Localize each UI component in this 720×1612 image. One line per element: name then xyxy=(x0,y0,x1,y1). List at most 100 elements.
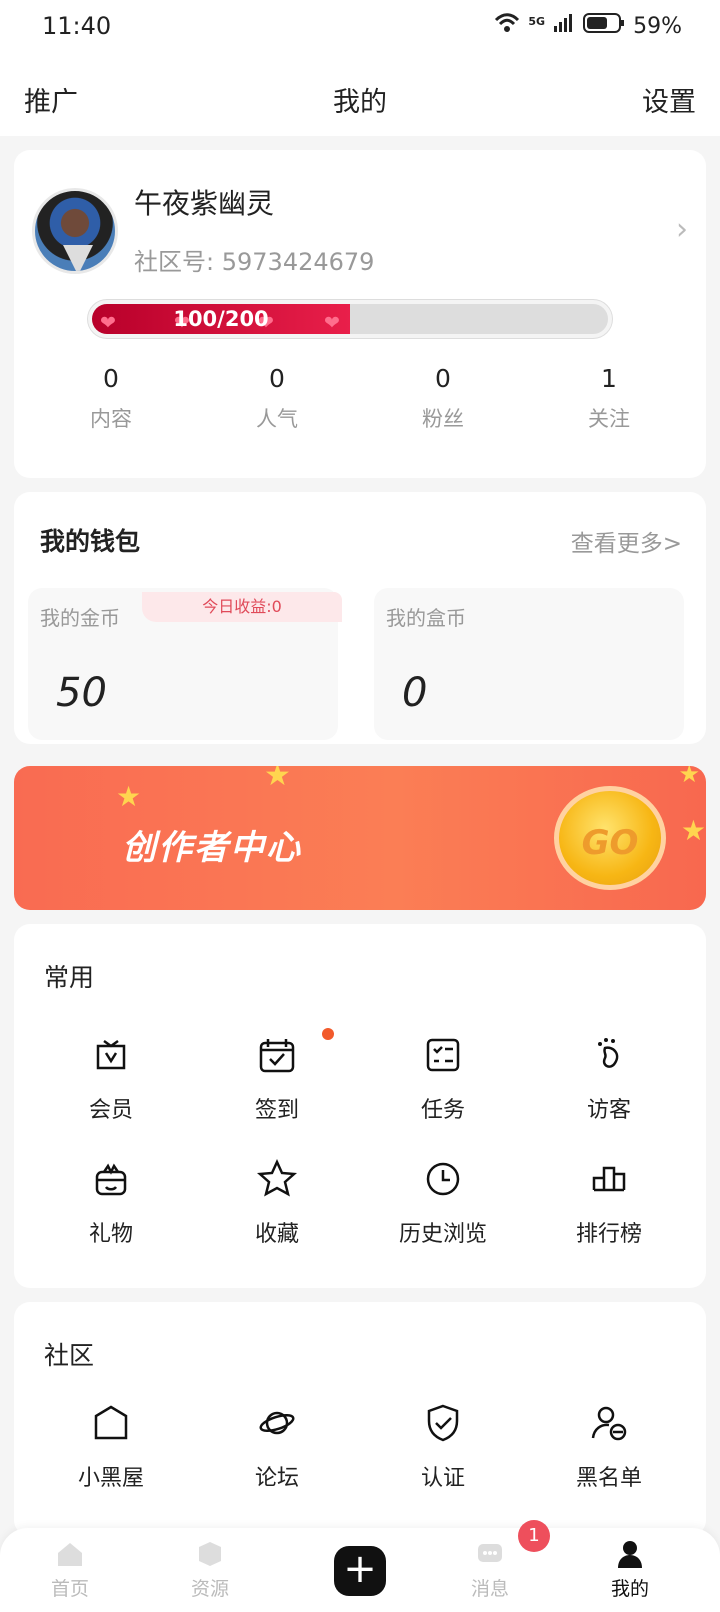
certification-item[interactable]: 认证 xyxy=(360,1402,526,1494)
chevron-right-icon[interactable]: › xyxy=(676,212,688,247)
tab-home-label: 首页 xyxy=(50,1578,89,1600)
status-bar: 11:40 5G 59% xyxy=(0,0,720,56)
task-list-icon xyxy=(426,1038,460,1072)
shield-check-icon xyxy=(427,1404,459,1442)
ranking-item[interactable]: 排行榜 xyxy=(526,1158,692,1250)
battery-icon xyxy=(583,12,625,40)
go-button[interactable]: GO xyxy=(554,786,666,890)
wallet-more-link[interactable]: 查看更多> xyxy=(571,524,682,558)
profile-card[interactable]: 午夜紫幽灵 社区号: 5973424679 › ❤ ❤ ❤ ❤ 100/200 … xyxy=(14,150,706,478)
vip-item[interactable]: 会员 xyxy=(28,1034,194,1126)
message-count-badge: 1 xyxy=(518,1520,550,1552)
star-icon xyxy=(256,1158,298,1197)
star-decoration-icon: ★ xyxy=(264,766,291,793)
stat-label: 粉丝 xyxy=(422,407,464,431)
planet-icon xyxy=(259,1411,295,1435)
wallet-title: 我的钱包 xyxy=(40,527,141,556)
community-grid: 小黑屋 论坛 认证 黑名单 xyxy=(28,1402,692,1494)
box-coin-value: 0 xyxy=(402,670,428,716)
bottom-tab-bar: 首页 资源 + 消息 1 我的 xyxy=(0,1520,720,1612)
tab-resources-label: 资源 xyxy=(190,1578,229,1600)
gift-label: 礼物 xyxy=(88,1222,133,1247)
status-time: 11:40 xyxy=(42,12,112,40)
blacklist-label: 黑名单 xyxy=(575,1466,642,1491)
stat-value: 1 xyxy=(601,364,617,393)
wallet-card: 我的钱包 查看更多> 我的金币 今日收益:0 50 我的盒币 0 xyxy=(14,492,706,744)
signal-icon xyxy=(553,12,575,40)
stat-content[interactable]: 0 内容 xyxy=(28,364,194,433)
gold-coin-label: 我的金币 xyxy=(40,606,120,630)
box-icon xyxy=(199,1542,221,1566)
stat-label: 人气 xyxy=(256,407,298,431)
box-coin-label: 我的盒币 xyxy=(386,606,466,630)
user-icon xyxy=(618,1541,642,1568)
stat-value: 0 xyxy=(269,364,285,393)
blackhouse-item[interactable]: 小黑屋 xyxy=(28,1402,194,1494)
top-nav: 推广 我的 设置 xyxy=(0,56,720,136)
today-income-badge: 今日收益:0 xyxy=(142,592,342,622)
tab-resources[interactable]: 资源 xyxy=(170,1538,250,1601)
tab-mine-label: 我的 xyxy=(610,1578,649,1600)
vip-icon xyxy=(96,1039,126,1070)
calendar-check-icon xyxy=(259,1039,295,1073)
community-id: 社区号: 5973424679 xyxy=(134,242,374,277)
star-decoration-icon: ★ xyxy=(678,766,700,788)
gift-icon xyxy=(95,1163,127,1196)
box-coin-box[interactable]: 我的盒币 0 xyxy=(374,588,684,740)
history-label: 历史浏览 xyxy=(398,1222,487,1247)
star-decoration-icon: ★ xyxy=(116,780,142,813)
ranking-icon xyxy=(592,1166,626,1192)
community-section-title: 社区 xyxy=(44,1341,95,1370)
community-id-label: 社区号: xyxy=(134,248,215,276)
creator-center-banner[interactable]: ★ ★ ★ ★ 创作者中心 GO xyxy=(14,766,706,910)
stat-followers[interactable]: 0 粉丝 xyxy=(360,364,526,433)
settings-button[interactable]: 设置 xyxy=(642,80,696,119)
stat-label: 关注 xyxy=(588,407,630,431)
footprint-icon xyxy=(598,1038,619,1068)
tab-messages-label: 消息 xyxy=(470,1578,509,1600)
community-section: 社区 小黑屋 论坛 认证 黑名单 xyxy=(14,1302,706,1536)
home-icon xyxy=(58,1543,82,1566)
page-title: 我的 xyxy=(333,87,387,118)
level-progress-text: 100/200 xyxy=(173,307,269,331)
network-label: 5G xyxy=(528,14,546,28)
common-section-title: 常用 xyxy=(44,963,95,992)
task-item[interactable]: 任务 xyxy=(360,1034,526,1126)
tab-mine[interactable]: 我的 xyxy=(590,1538,670,1601)
forum-label: 论坛 xyxy=(254,1466,299,1491)
tab-home[interactable]: 首页 xyxy=(30,1538,110,1601)
add-button[interactable]: + xyxy=(334,1546,386,1596)
task-label: 任务 xyxy=(420,1098,465,1123)
vip-label: 会员 xyxy=(88,1098,133,1123)
checkin-label: 签到 xyxy=(254,1098,299,1123)
community-id-value: 5973424679 xyxy=(221,248,375,276)
creator-center-title: 创作者中心 xyxy=(122,828,302,868)
tab-messages[interactable]: 消息 xyxy=(450,1538,530,1601)
certification-label: 认证 xyxy=(420,1466,465,1491)
forum-item[interactable]: 论坛 xyxy=(194,1402,360,1494)
stat-label: 内容 xyxy=(90,407,132,431)
stat-following[interactable]: 1 关注 xyxy=(526,364,692,433)
history-item[interactable]: 历史浏览 xyxy=(360,1158,526,1250)
favorite-item[interactable]: 收藏 xyxy=(194,1158,360,1250)
avatar-collar-icon xyxy=(63,245,93,271)
visitor-item[interactable]: 访客 xyxy=(526,1034,692,1126)
battery-percent: 59% xyxy=(633,13,682,39)
favorite-label: 收藏 xyxy=(254,1222,299,1247)
checkin-item[interactable]: 签到 xyxy=(194,1034,360,1126)
username: 午夜紫幽灵 xyxy=(134,187,275,220)
visitor-label: 访客 xyxy=(586,1098,631,1123)
common-grid: 会员 签到 任务 访客 礼物 收藏 历史浏览 排行榜 xyxy=(28,1034,692,1250)
block-user-icon xyxy=(591,1406,627,1441)
gift-item[interactable]: 礼物 xyxy=(28,1158,194,1250)
house-icon xyxy=(94,1405,128,1440)
message-icon xyxy=(478,1544,502,1562)
level-progress-bar: ❤ ❤ ❤ ❤ 100/200 xyxy=(88,300,612,338)
blackhouse-label: 小黑屋 xyxy=(77,1466,144,1491)
common-section: 常用 会员 签到 任务 访客 礼物 收藏 历史浏览 排行榜 xyxy=(14,924,706,1288)
status-icons: 5G 59% xyxy=(494,12,682,40)
stat-popularity[interactable]: 0 人气 xyxy=(194,364,360,433)
blacklist-item[interactable]: 黑名单 xyxy=(526,1402,692,1494)
avatar[interactable] xyxy=(32,188,118,274)
gold-coin-box[interactable]: 我的金币 今日收益:0 50 xyxy=(28,588,342,740)
